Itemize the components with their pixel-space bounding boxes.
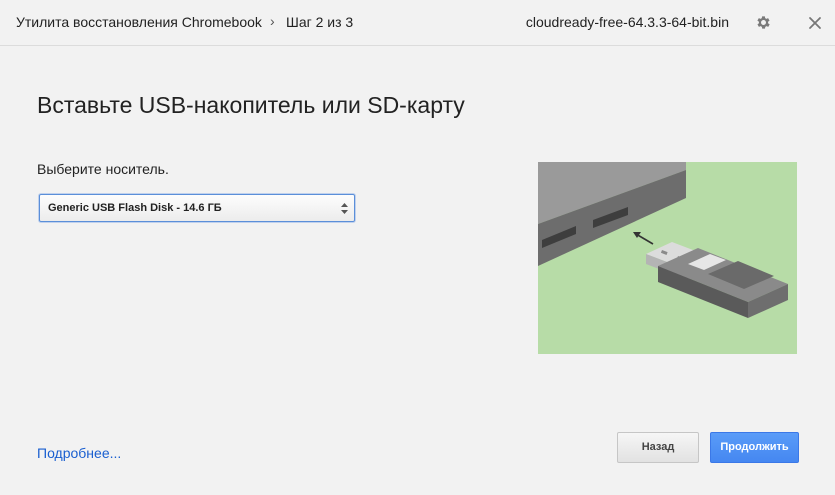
gear-icon[interactable] <box>755 14 772 31</box>
media-select-value: Generic USB Flash Disk - 14.6 ГБ <box>48 202 222 214</box>
breadcrumb-separator: › <box>270 13 275 29</box>
app-title: Утилита восстановления Chromebook <box>16 14 262 30</box>
media-select[interactable]: Generic USB Flash Disk - 14.6 ГБ <box>39 194 355 222</box>
title-bar: Утилита восстановления Chromebook › Шаг … <box>0 0 835 46</box>
learn-more-link[interactable]: Подробнее... <box>37 445 121 461</box>
selected-image-file-name: cloudready-free-64.3.3-64-bit.bin <box>525 14 729 30</box>
media-select-label: Выберите носитель. <box>37 161 169 177</box>
continue-button[interactable]: Продолжить <box>710 432 799 463</box>
select-arrows-icon <box>341 203 348 214</box>
laptop-and-usb-drive-image <box>538 162 788 318</box>
step-indicator: Шаг 2 из 3 <box>286 14 354 30</box>
usb-insert-illustration <box>538 162 797 354</box>
close-icon[interactable] <box>806 14 824 32</box>
page-title: Вставьте USB-накопитель или SD-карту <box>37 92 465 118</box>
back-button[interactable]: Назад <box>617 432 699 463</box>
recovery-utility-window: Утилита восстановления Chromebook › Шаг … <box>0 0 835 495</box>
